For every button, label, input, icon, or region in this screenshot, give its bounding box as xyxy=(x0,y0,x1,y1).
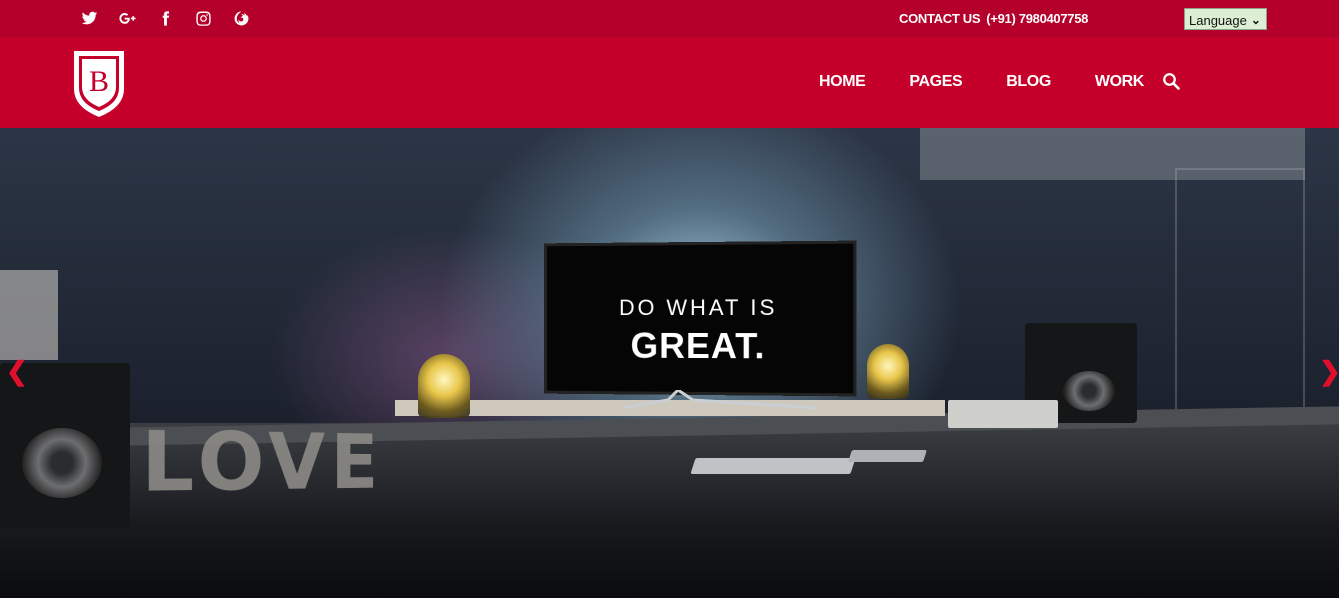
console-device xyxy=(948,400,1058,428)
contact-info: CONTACT US (+91) 7980407758 xyxy=(899,11,1094,26)
main-nav: HOME PAGES BLOG WORK xyxy=(819,73,1144,91)
desk-lamp xyxy=(418,354,470,418)
twitter-icon[interactable] xyxy=(70,7,108,29)
logo-letter: B xyxy=(89,65,109,98)
love-letters: LOVE xyxy=(140,415,384,511)
search-icon[interactable] xyxy=(1162,72,1180,90)
facebook-icon[interactable] xyxy=(146,7,184,29)
social-links xyxy=(70,7,260,29)
keyboard xyxy=(690,458,856,474)
contact-phone[interactable]: (+91) 7980407758 xyxy=(986,11,1088,26)
screen-line-1: DO WHAT IS xyxy=(619,294,778,321)
nav-work[interactable]: WORK xyxy=(1095,73,1144,91)
nav-pages[interactable]: PAGES xyxy=(909,73,962,91)
screen-line-2: GREAT. xyxy=(630,324,766,367)
brand-logo[interactable]: B xyxy=(70,47,128,119)
left-speaker xyxy=(0,363,130,528)
instagram-icon[interactable] xyxy=(184,7,222,29)
speaker-cone xyxy=(1063,371,1115,411)
slider-next-arrow[interactable]: ❯ xyxy=(1319,358,1339,384)
wine-rack xyxy=(1175,168,1305,418)
chevron-down-icon: ⌄ xyxy=(1250,13,1261,27)
speaker-cone xyxy=(22,428,102,498)
monitor-stand xyxy=(623,390,818,410)
top-bar: CONTACT US (+91) 7980407758 Language ⌄ xyxy=(0,0,1339,38)
nav-home[interactable]: HOME xyxy=(819,73,866,91)
nav-blog[interactable]: BLOG xyxy=(1006,73,1051,91)
main-nav-bar: B HOME PAGES BLOG WORK xyxy=(0,38,1339,128)
desk-lamp xyxy=(867,344,909,399)
firefox-icon[interactable] xyxy=(222,7,260,29)
wall-poster xyxy=(0,270,58,360)
language-selected: Language xyxy=(1189,12,1247,28)
google-plus-icon[interactable] xyxy=(108,7,146,29)
hero-slider: DO WHAT IS GREAT. LOVE ❮ ❯ xyxy=(0,128,1339,598)
language-select[interactable]: Language ⌄ xyxy=(1184,8,1267,30)
slider-prev-arrow[interactable]: ❮ xyxy=(6,358,28,384)
trackpad xyxy=(848,450,927,462)
monitor: DO WHAT IS GREAT. xyxy=(544,240,857,397)
contact-label[interactable]: CONTACT US xyxy=(899,11,981,26)
